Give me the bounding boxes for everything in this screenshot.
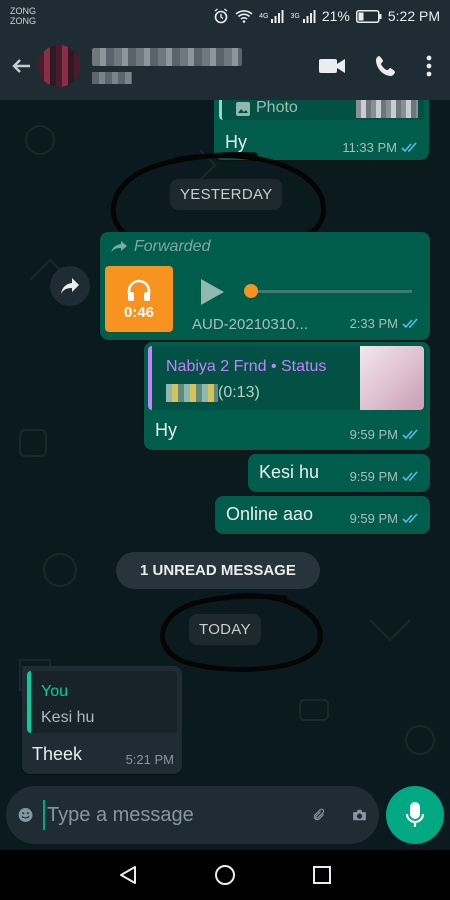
message-text: Online aao [226, 504, 314, 524]
message-bubble-online-aao[interactable]: Online aao 9:59 PM [215, 496, 430, 534]
audio-duration: 0:46 [123, 303, 155, 321]
date-separator-yesterday: YESTERDAY [170, 179, 283, 210]
message-text: Hy [225, 132, 247, 152]
status-bar: ZONG ZONG 4G 3G 21% 5:22 PM [0, 0, 450, 32]
quoted-status-duration: (0:13) [218, 384, 260, 401]
carrier-label: ZONG ZONG [10, 6, 36, 26]
date-separator-today: TODAY [189, 614, 261, 645]
quoted-photo-label: Photo [256, 100, 298, 116]
message-text: Theek [32, 744, 83, 764]
forward-icon [61, 278, 79, 294]
voice-record-button[interactable] [386, 786, 444, 844]
message-bubble-kesi-hu[interactable]: Kesi hu 9:59 PM [248, 454, 430, 492]
microphone-icon [405, 802, 425, 827]
signal-icon-2 [302, 10, 316, 23]
message-time: 5:21 PM [125, 752, 174, 767]
signal-icon-1 [271, 10, 284, 23]
network-type-2: 3G [290, 12, 300, 20]
camera-icon[interactable] [352, 804, 367, 826]
message-bubble-hy-photo-reply[interactable]: Photo Hy 11:33 PM [214, 100, 429, 160]
alarm-icon [214, 8, 228, 24]
forwarded-label: Forwarded [134, 238, 211, 255]
chat-header [0, 32, 450, 100]
quoted-text: Kesi hu [41, 709, 95, 726]
attach-icon[interactable] [312, 802, 326, 828]
message-time: 9:59 PM [350, 469, 420, 484]
battery-icon [355, 9, 382, 23]
message-bubble-status-reply[interactable]: Nabiya 2 Frnd • Status (0:13) Hy 9:59 PM [144, 342, 430, 450]
status-indicators: 4G 3G 21% 5:22 PM [213, 8, 440, 24]
message-time: 9:59 PM [350, 427, 420, 442]
android-navigation-bar [0, 850, 450, 900]
audio-thumbnail: 0:46 [105, 266, 173, 332]
quoted-status-mic-blurred [166, 384, 218, 402]
nav-back-icon[interactable] [118, 865, 138, 885]
audio-seek-handle[interactable] [244, 284, 258, 298]
forwarded-label-row: Forwarded [110, 238, 210, 256]
quoted-status[interactable]: Nabiya 2 Frnd • Status (0:13) [148, 346, 426, 410]
message-bubble-forwarded-audio[interactable]: Forwarded 0:46 AUD-20210310... 2:33 PM [100, 232, 430, 340]
contact-info[interactable] [92, 48, 242, 84]
more-options-icon[interactable] [426, 55, 432, 77]
audio-seek-bar[interactable] [246, 290, 412, 293]
chat-area[interactable]: Photo Hy 11:33 PM YESTERDAY Forwarded 0:… [0, 100, 450, 850]
voice-call-icon[interactable] [374, 54, 398, 78]
message-text: Hy [155, 420, 177, 440]
message-time: 9:59 PM [350, 511, 420, 526]
read-ticks-icon [401, 142, 417, 153]
headphones-icon [127, 279, 151, 301]
message-composer [0, 778, 450, 850]
unread-messages-indicator: 1 UNREAD MESSAGE [116, 552, 320, 589]
quoted-message[interactable]: You Kesi hu [27, 671, 177, 733]
quoted-photo-thumb [356, 100, 418, 118]
play-icon[interactable] [199, 278, 225, 306]
message-time: 2:33 PM [350, 316, 420, 331]
network-type-1: 4G [259, 12, 269, 20]
wifi-icon [235, 10, 253, 23]
message-input-container [6, 786, 379, 844]
message-bubble-theek[interactable]: You Kesi hu Theek 5:21 PM [22, 666, 182, 774]
status-thumbnail [360, 346, 424, 410]
back-arrow-icon [12, 59, 30, 73]
clock: 5:22 PM [387, 8, 440, 24]
audio-file-name: AUD-20210310... [192, 316, 308, 333]
nav-home-icon[interactable] [214, 864, 236, 886]
read-ticks-icon [402, 429, 418, 440]
quoted-status-title: Nabiya 2 Frnd • Status [166, 358, 327, 375]
message-text: Kesi hu [259, 462, 320, 482]
emoji-icon[interactable] [18, 802, 33, 828]
forward-button[interactable] [50, 266, 90, 306]
nav-recents-icon[interactable] [312, 865, 332, 885]
back-button[interactable] [8, 46, 34, 86]
photo-icon [236, 102, 250, 116]
message-time: 11:33 PM [342, 140, 419, 155]
read-ticks-icon [402, 513, 418, 524]
read-ticks-icon [402, 318, 418, 329]
battery-percent: 21% [321, 8, 350, 24]
video-call-icon[interactable] [318, 56, 346, 76]
read-ticks-icon [402, 471, 418, 482]
forwarded-arrow-icon [111, 241, 127, 253]
message-input[interactable] [43, 800, 313, 830]
contact-name-blurred [92, 48, 242, 66]
quoted-photo: Photo [219, 100, 424, 120]
avatar[interactable] [38, 45, 80, 87]
contact-status-blurred [92, 72, 132, 84]
quoted-author: You [41, 683, 68, 700]
